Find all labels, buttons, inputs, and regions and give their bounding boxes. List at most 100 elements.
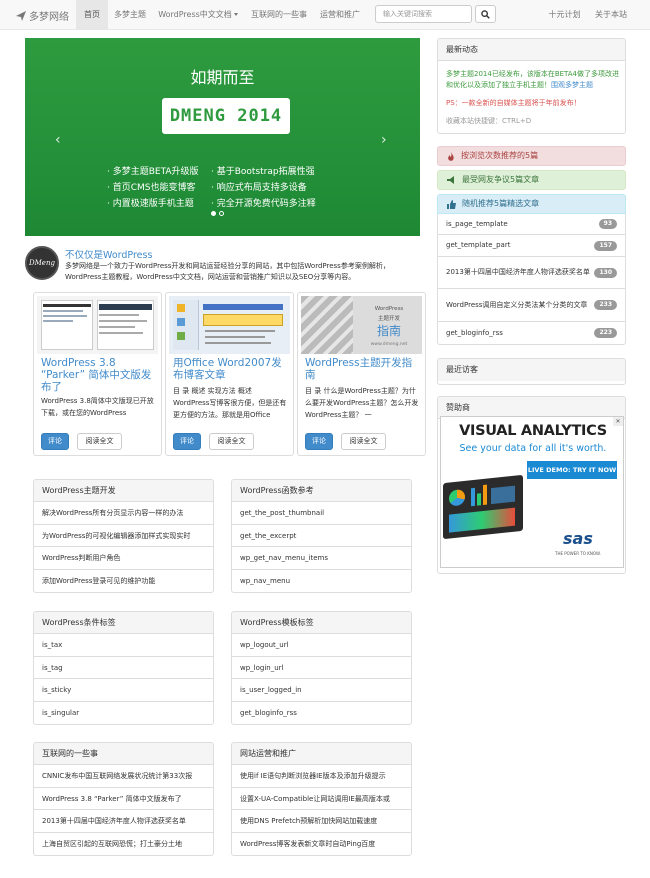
panel-link[interactable]: CNNIC发布中国互联网络发展状况统计第33次报 (34, 765, 213, 788)
panel-heading: WordPress模板标签 (232, 612, 411, 634)
article-thumbnail[interactable]: WordPress 主题开发 指南 www.dmeng.net (301, 296, 422, 354)
view-count-badge: 157 (594, 240, 617, 251)
panel-link[interactable]: is_singular (34, 702, 213, 725)
panel-link[interactable]: 使用DNS Prefetch预解析加快网站加载速度 (232, 810, 411, 833)
panel-link[interactable]: WordPress 3.8 “Parker” 简体中文版发布了 (34, 788, 213, 810)
article-thumbnail[interactable] (169, 296, 290, 354)
view-count-badge: 93 (598, 219, 617, 229)
carousel-dot[interactable] (219, 211, 224, 216)
intro-text: 多梦网络是一个致力于WordPress开发和网站运营经验分享的网站，其中包括Wo… (65, 262, 390, 281)
category-panel: WordPress主题开发 解决WordPress所有分页显示内容一样的办法 为… (33, 479, 214, 593)
carousel-next-icon[interactable]: › (381, 132, 387, 148)
panel-heading: 网站运营和推广 (232, 743, 411, 765)
ad-tablet-image (443, 474, 523, 540)
nav-themes[interactable]: 多梦主题 (108, 0, 152, 29)
ad-cta-button[interactable]: LIVE DEMO: TRY IT NOW (527, 461, 617, 479)
panel-link[interactable]: 2013第十四届中国经济年度人物评选获奖名单 (34, 810, 213, 833)
carousel-title: 如期而至 (190, 68, 255, 87)
advertisement[interactable]: ✕ VISUAL ANALYTICS See your data for all… (440, 416, 624, 568)
panel-link[interactable]: 设置X-UA-Compatible让网站调用IE最高版本或 (232, 788, 411, 810)
comment-button[interactable]: 评论 (41, 433, 69, 450)
panel-link[interactable]: wp_logout_url (232, 634, 411, 657)
carousel-logo: DMENG 2014 (162, 98, 290, 134)
view-count-badge: 233 (594, 300, 617, 310)
panel-link[interactable]: 解决WordPress所有分页显示内容一样的办法 (34, 502, 213, 525)
alert-label: 随机推荐5篇精选文章 (462, 199, 540, 208)
thumbs-up-icon (447, 199, 456, 209)
panel-link[interactable]: 添加WordPress登录可见的维护功能 (34, 570, 213, 593)
search-button[interactable] (475, 5, 496, 23)
panel-link[interactable]: is_sticky (34, 679, 213, 702)
panel-heading: WordPress条件标签 (34, 612, 213, 634)
thumb-text: 指南 (376, 324, 401, 338)
thumb-text: 主题开发 (377, 316, 400, 322)
list-item[interactable]: 2013第十四届中国经济年度人物评选获奖名单 130 (437, 257, 626, 289)
controversial-posts-tab[interactable]: 最受网友争议5篇文章 (437, 170, 626, 190)
carousel-feature: · 首页CMS也能变博客 (107, 183, 196, 193)
panel-link[interactable]: is_tax (34, 634, 213, 657)
fire-icon (448, 151, 454, 161)
read-more-button[interactable]: 阅读全文 (341, 433, 386, 450)
view-count-badge: 223 (594, 328, 617, 338)
nav-home[interactable]: 首页 (76, 0, 108, 29)
nav-operations[interactable]: 运营和推广 (314, 0, 366, 29)
list-item-label: is_page_template (446, 219, 508, 228)
panel-link[interactable]: is_user_logged_in (232, 679, 411, 702)
carousel-prev-icon[interactable]: ‹ (55, 132, 61, 148)
alert-label: 最受网友争议5篇文章 (462, 175, 540, 184)
read-more-button[interactable]: 阅读全文 (209, 433, 254, 450)
panel-heading: WordPress函数参考 (232, 480, 411, 502)
carousel-indicators (211, 211, 224, 216)
nav-docs[interactable]: WordPress中文文档 (152, 0, 244, 29)
top-navbar: 多梦网络 首页 多梦主题 WordPress中文文档 互联网的一些事 运营和推广… (0, 0, 650, 30)
article-card: WordPress 主题开发 指南 www.dmeng.net WordPres… (297, 292, 426, 456)
comment-button[interactable]: 评论 (173, 433, 201, 450)
intro-title[interactable]: 不仅仅是WordPress (65, 247, 152, 261)
panel-link[interactable]: get_bloginfo_rss (232, 702, 411, 725)
panel-link[interactable]: wp_login_url (232, 657, 411, 679)
article-title[interactable]: 用Office Word2007发布博客文章 (173, 357, 288, 381)
panel-heading: WordPress主题开发 (34, 480, 213, 502)
carousel-feature: · 完全开源免费代码多注释 (211, 199, 316, 209)
list-item[interactable]: get_bloginfo_rss 223 (437, 322, 626, 345)
panel-link[interactable]: wp_get_nav_menu_items (232, 547, 411, 570)
panel-link[interactable]: get_the_post_thumbnail (232, 502, 411, 525)
list-item[interactable]: WordPress调用自定义分类法某个分类的文章 233 (437, 289, 626, 322)
site-brand[interactable]: 多梦网络 (16, 8, 69, 23)
thumb-text: WordPress (374, 306, 404, 312)
recent-visitors-panel: 最近访客 (437, 358, 626, 385)
article-thumbnail[interactable] (37, 296, 158, 354)
panel-link[interactable]: WordPress判断用户角色 (34, 547, 213, 570)
site-logo: DMeng (25, 246, 59, 280)
article-title[interactable]: WordPress主题开发指南 (305, 357, 420, 381)
list-item[interactable]: is_page_template 93 (437, 214, 626, 235)
panel-heading: 最近访客 (438, 359, 625, 381)
panel-link[interactable]: get_the_excerpt (232, 525, 411, 547)
brand-name: 多梦网络 (29, 12, 69, 23)
panel-link[interactable]: wp_nav_menu (232, 570, 411, 593)
ad-headline: VISUAL ANALYTICS (459, 423, 607, 439)
list-item[interactable]: get_template_part 157 (437, 235, 626, 257)
panel-link[interactable]: 使用if IE语句判断浏览器IE版本及添加升级提示 (232, 765, 411, 788)
nav-about[interactable]: 关于本站 (590, 0, 632, 29)
news-link[interactable]: 围观多梦主题 (551, 81, 593, 89)
panel-link[interactable]: is_tag (34, 657, 213, 679)
panel-link[interactable]: WordPress博客发表新文章时自动Ping百度 (232, 833, 411, 856)
nav-internet[interactable]: 互联网的一些事 (244, 0, 314, 29)
random-posts-tab[interactable]: 随机推荐5篇精选文章 (437, 194, 626, 214)
list-item-label: 2013第十四届中国经济年度人物评选获奖名单 (446, 268, 590, 276)
hero-carousel[interactable]: 如期而至 DMENG 2014 · 多梦主题BETA升级版 · 首页CMS也能变… (25, 38, 420, 236)
panel-link[interactable]: 上海自贸区引起的互联网恐慌；打土豪分土地 (34, 833, 213, 856)
category-panel: WordPress函数参考 get_the_post_thumbnail get… (231, 479, 412, 593)
nav-ten-yuan[interactable]: 十元计划 (542, 0, 587, 29)
search-input[interactable]: 输入关键词搜索 (375, 5, 472, 23)
carousel-dot[interactable] (211, 211, 216, 216)
carousel-feature: · 响应式布局支持多设备 (211, 183, 307, 193)
article-excerpt: WordPress 3.8简体中文版现已开放下载，或在您的WordPress (41, 397, 154, 417)
panel-link[interactable]: 为WordPress的可视化编辑器添加样式实现实时 (34, 525, 213, 547)
carousel-feature: · 内置极速版手机主题 (107, 199, 194, 209)
popular-posts-tab[interactable]: 按浏览次数推荐的5篇 (437, 146, 626, 166)
read-more-button[interactable]: 阅读全文 (77, 433, 122, 450)
comment-button[interactable]: 评论 (305, 433, 333, 450)
article-title[interactable]: WordPress 3.8 “Parker” 简体中文版发布了 (41, 357, 156, 393)
